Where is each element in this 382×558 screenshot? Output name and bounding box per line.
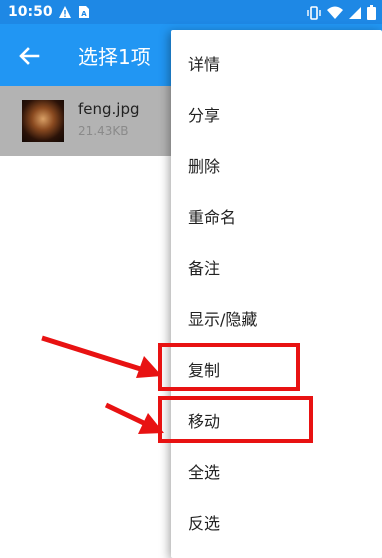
context-menu: 详情 分享 删除 重命名 备注 显示/隐藏 复制 移动 全选 反选 — [171, 30, 382, 558]
svg-text:A: A — [81, 10, 87, 18]
back-button[interactable] — [14, 41, 44, 71]
menu-item-share[interactable]: 分享 — [171, 90, 382, 141]
menu-item-show-hide[interactable]: 显示/隐藏 — [171, 294, 382, 345]
menu-item-delete[interactable]: 删除 — [171, 141, 382, 192]
status-bar: 10:50 A — [0, 0, 382, 24]
highlight-box-copy — [158, 343, 300, 391]
wifi-icon — [327, 6, 343, 19]
file-name: feng.jpg — [78, 100, 140, 118]
page-title: 选择1项 — [78, 45, 151, 69]
file-size: 21.43KB — [78, 124, 129, 138]
vibrate-icon — [307, 5, 321, 20]
menu-item-note[interactable]: 备注 — [171, 243, 382, 294]
sim-card-icon: A — [79, 6, 89, 18]
arrow-back-icon — [19, 47, 40, 65]
annotation-arrow-copy — [41, 335, 151, 375]
highlight-box-move — [158, 396, 313, 443]
status-left-icons: A — [58, 5, 90, 19]
menu-item-details[interactable]: 详情 — [171, 39, 382, 90]
menu-item-invert-selection[interactable]: 反选 — [171, 498, 382, 549]
menu-item-select-all[interactable]: 全选 — [171, 447, 382, 498]
annotation-arrow-move — [104, 402, 152, 429]
battery-icon — [367, 5, 376, 20]
signal-icon — [349, 6, 361, 19]
status-time: 10:50 — [8, 4, 53, 20]
warning-icon — [59, 6, 71, 18]
file-thumbnail — [22, 100, 64, 142]
status-right-icons — [306, 5, 376, 20]
menu-item-rename[interactable]: 重命名 — [171, 192, 382, 243]
